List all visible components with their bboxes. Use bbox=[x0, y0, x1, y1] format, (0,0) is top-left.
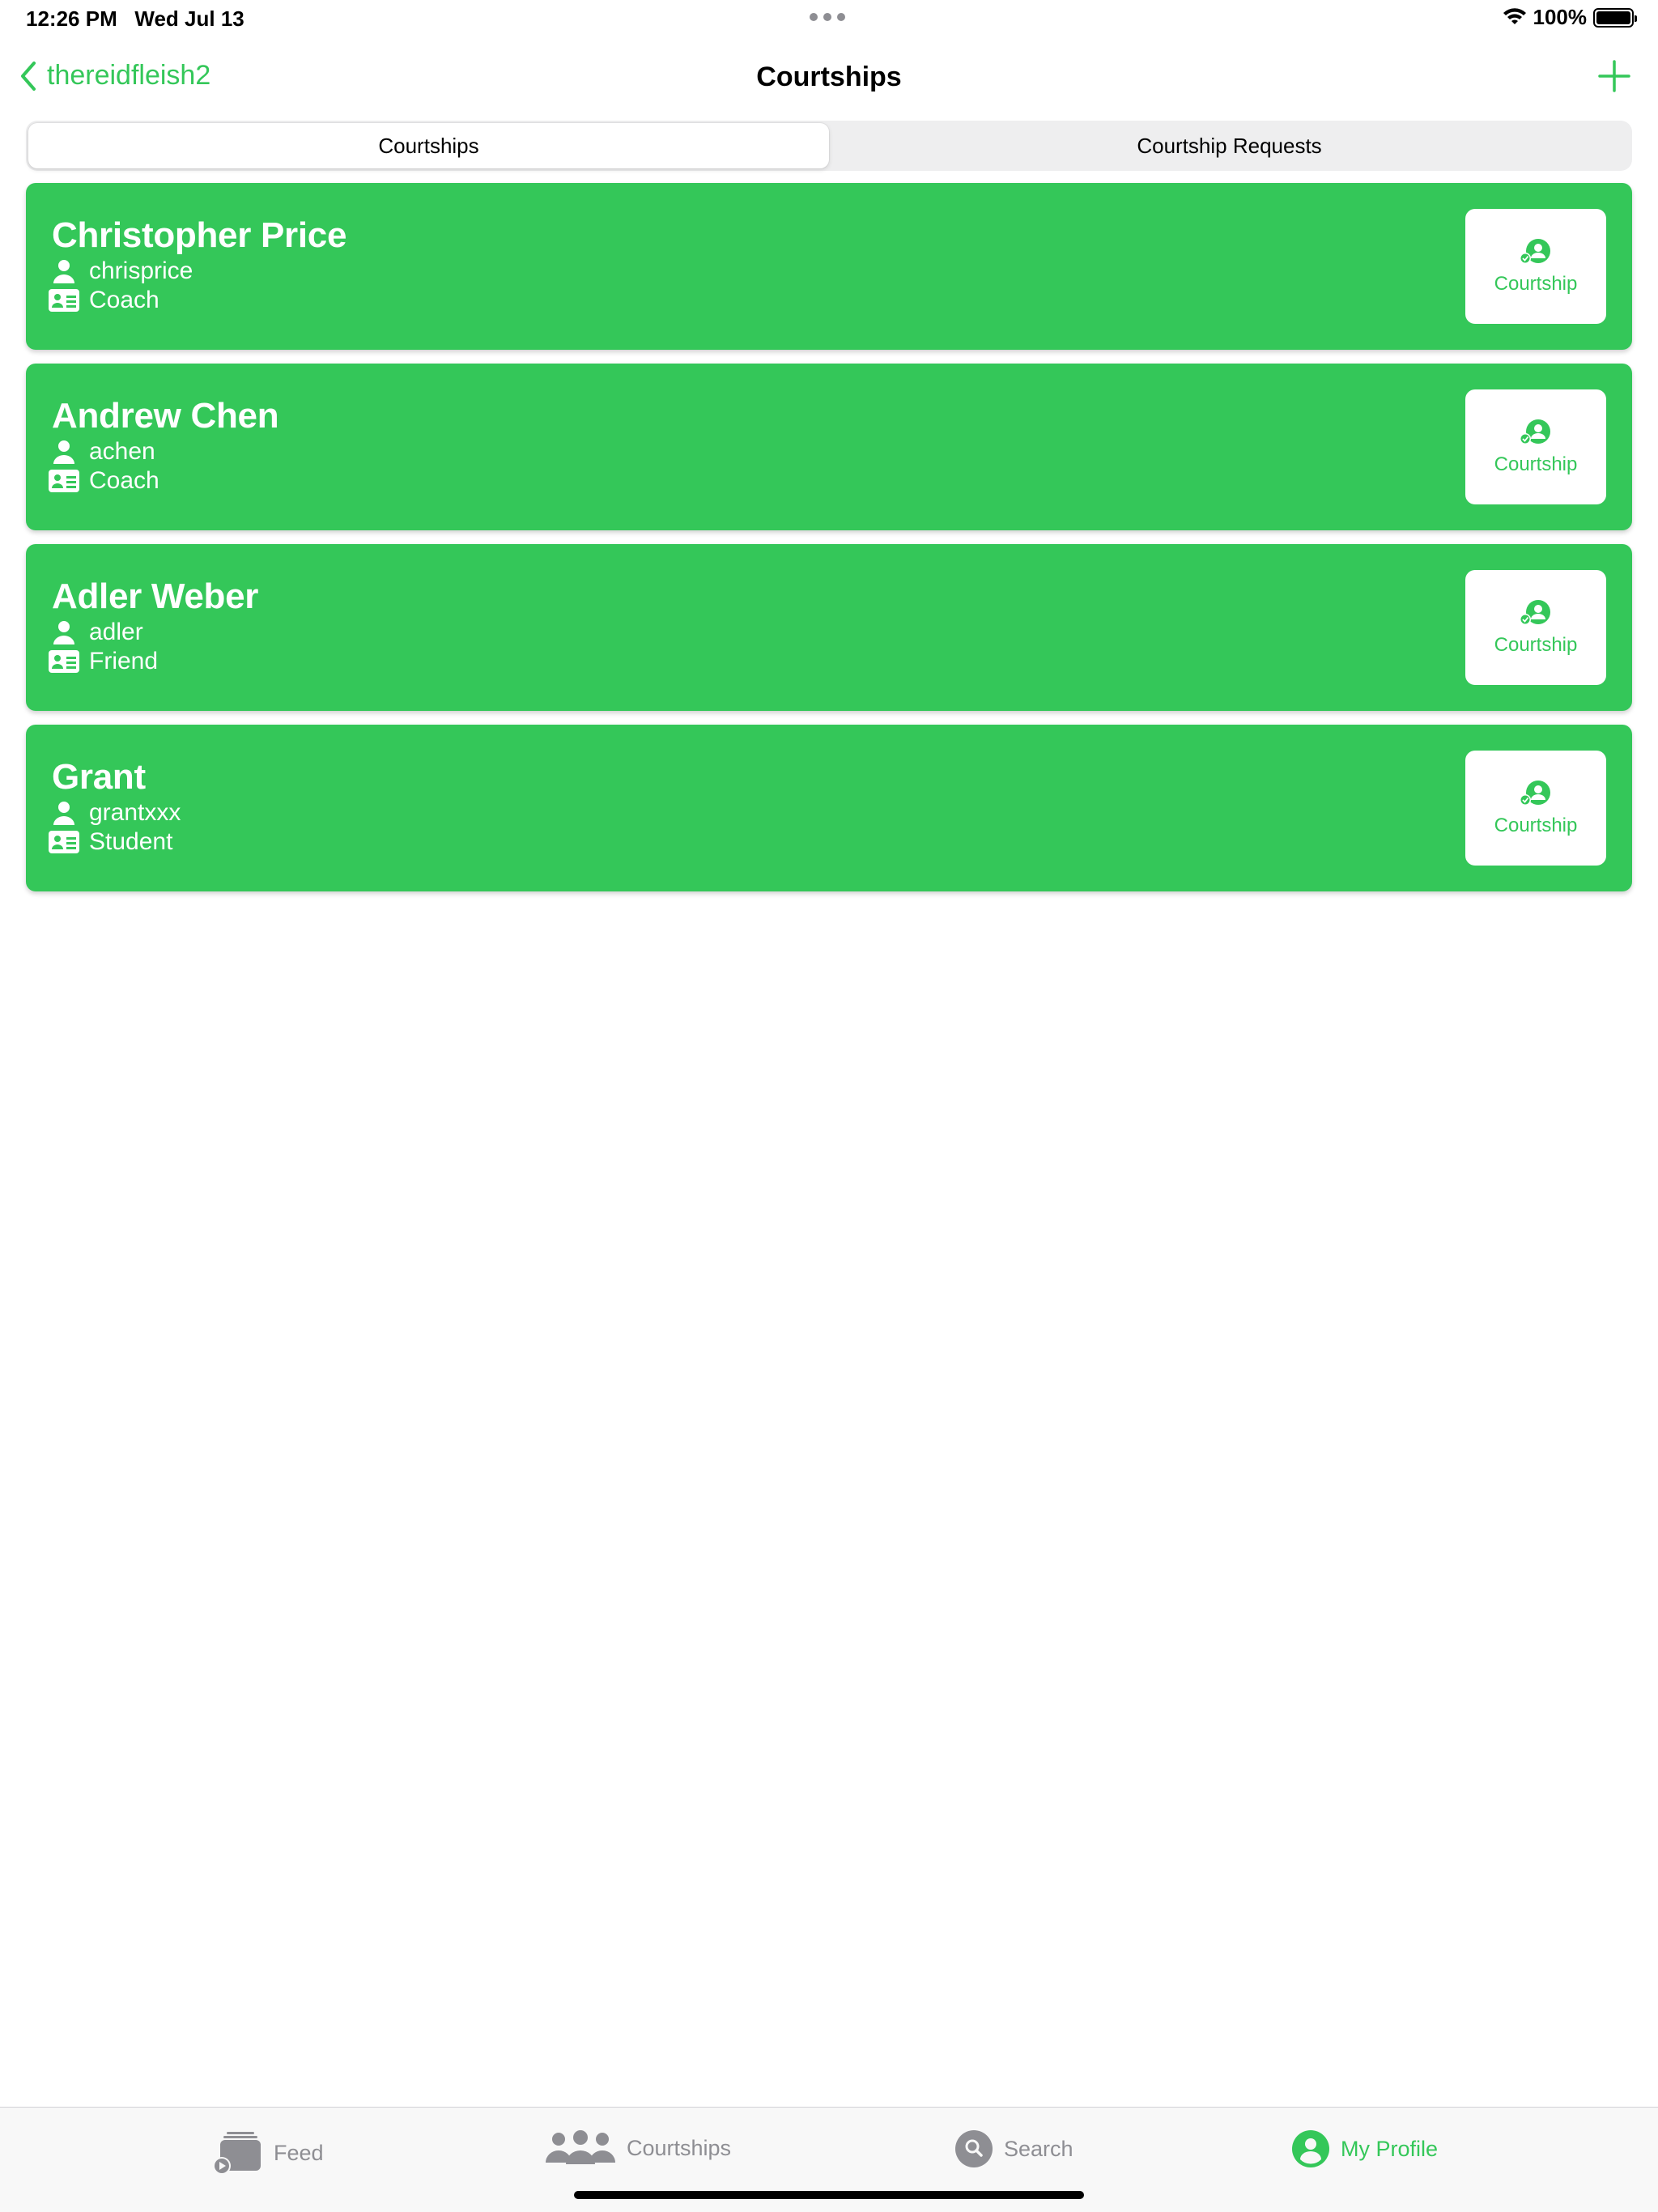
role-row: Friend bbox=[49, 648, 158, 675]
segmented-control: Courtships Courtship Requests bbox=[26, 121, 1632, 171]
id-card-icon bbox=[49, 829, 79, 855]
status-time: 12:26 PM Wed Jul 13 bbox=[26, 6, 244, 31]
courtship-button-label: Courtship bbox=[1494, 273, 1578, 295]
role-row: Student bbox=[49, 828, 172, 856]
person-icon bbox=[49, 258, 79, 284]
status-indicators: 100% bbox=[1503, 5, 1637, 30]
search-icon bbox=[955, 2130, 993, 2167]
courtship-list: Christopher Price chrisprice Coach Court… bbox=[26, 183, 1632, 905]
tab-my-profile[interactable]: My Profile bbox=[1292, 2130, 1438, 2167]
chevron-left-icon bbox=[21, 61, 36, 91]
courtship-card[interactable]: Christopher Price chrisprice Coach Court… bbox=[26, 183, 1632, 350]
home-indicator[interactable] bbox=[574, 2191, 1084, 2199]
person-icon bbox=[49, 800, 79, 826]
person-name: Grant bbox=[52, 757, 146, 797]
username: chrisprice bbox=[89, 257, 193, 284]
courtship-button[interactable]: Courtship bbox=[1465, 570, 1606, 685]
role: Friend bbox=[89, 648, 159, 674]
battery-percent: 100% bbox=[1533, 5, 1588, 29]
tab-courtships-label: Courtships bbox=[627, 2135, 732, 2160]
courtship-icon bbox=[1520, 239, 1550, 264]
id-card-icon bbox=[49, 287, 79, 313]
wifi-icon bbox=[1503, 7, 1526, 24]
courtship-button[interactable]: Courtship bbox=[1465, 389, 1606, 504]
username-row: adler bbox=[49, 619, 143, 646]
courtship-button-label: Courtship bbox=[1494, 815, 1578, 836]
username: grantxxx bbox=[89, 799, 181, 826]
back-button[interactable]: thereidfleish2 bbox=[19, 60, 210, 91]
navigation-bar: Courtships thereidfleish2 bbox=[0, 45, 1658, 110]
id-card-icon bbox=[49, 468, 79, 494]
role: Student bbox=[89, 828, 173, 855]
courtship-button-label: Courtship bbox=[1494, 634, 1578, 656]
username: achen bbox=[89, 438, 155, 465]
tab-search[interactable]: Search bbox=[955, 2130, 1073, 2167]
courtship-card[interactable]: Grant grantxxx Student Courtship bbox=[26, 725, 1632, 891]
role: Coach bbox=[89, 287, 159, 313]
people-icon bbox=[546, 2130, 615, 2164]
status-bar: 12:26 PM Wed Jul 13 100% bbox=[0, 0, 1658, 39]
feed-icon bbox=[213, 2132, 261, 2175]
person-name: Adler Weber bbox=[52, 576, 259, 616]
tab-courtships[interactable]: Courtships bbox=[546, 2130, 731, 2166]
role: Coach bbox=[89, 467, 159, 494]
username-row: chrisprice bbox=[49, 257, 193, 285]
multitasking-dots-icon[interactable] bbox=[810, 13, 845, 21]
id-card-icon bbox=[49, 649, 79, 674]
tab-feed-label: Feed bbox=[274, 2140, 324, 2165]
courtship-icon bbox=[1520, 781, 1550, 806]
username-row: grantxxx bbox=[49, 799, 181, 827]
person-name: Andrew Chen bbox=[52, 396, 279, 436]
username: adler bbox=[89, 619, 143, 645]
add-icon[interactable] bbox=[1596, 58, 1632, 94]
tab-search-label: Search bbox=[1004, 2136, 1073, 2161]
courtship-button[interactable]: Courtship bbox=[1465, 751, 1606, 866]
profile-icon bbox=[1292, 2130, 1329, 2167]
username-row: achen bbox=[49, 438, 155, 466]
segment-courtships[interactable]: Courtships bbox=[28, 123, 829, 168]
courtship-icon bbox=[1520, 600, 1550, 625]
courtship-button-label: Courtship bbox=[1494, 453, 1578, 475]
battery-icon bbox=[1593, 7, 1637, 28]
tab-feed[interactable]: Feed bbox=[212, 2130, 324, 2176]
segment-courtship-requests[interactable]: Courtship Requests bbox=[829, 123, 1630, 168]
courtship-button[interactable]: Courtship bbox=[1465, 209, 1606, 324]
role-row: Coach bbox=[49, 467, 159, 495]
tab-my-profile-label: My Profile bbox=[1341, 2136, 1439, 2161]
role-row: Coach bbox=[49, 287, 159, 314]
courtship-icon bbox=[1520, 419, 1550, 445]
person-icon bbox=[49, 439, 79, 465]
back-button-label: thereidfleish2 bbox=[47, 60, 211, 91]
courtship-card[interactable]: Adler Weber adler Friend Courtship bbox=[26, 544, 1632, 711]
courtship-card[interactable]: Andrew Chen achen Coach Courtship bbox=[26, 364, 1632, 530]
page-title: Courtships bbox=[756, 62, 902, 92]
person-icon bbox=[49, 619, 79, 645]
person-name: Christopher Price bbox=[52, 215, 347, 255]
